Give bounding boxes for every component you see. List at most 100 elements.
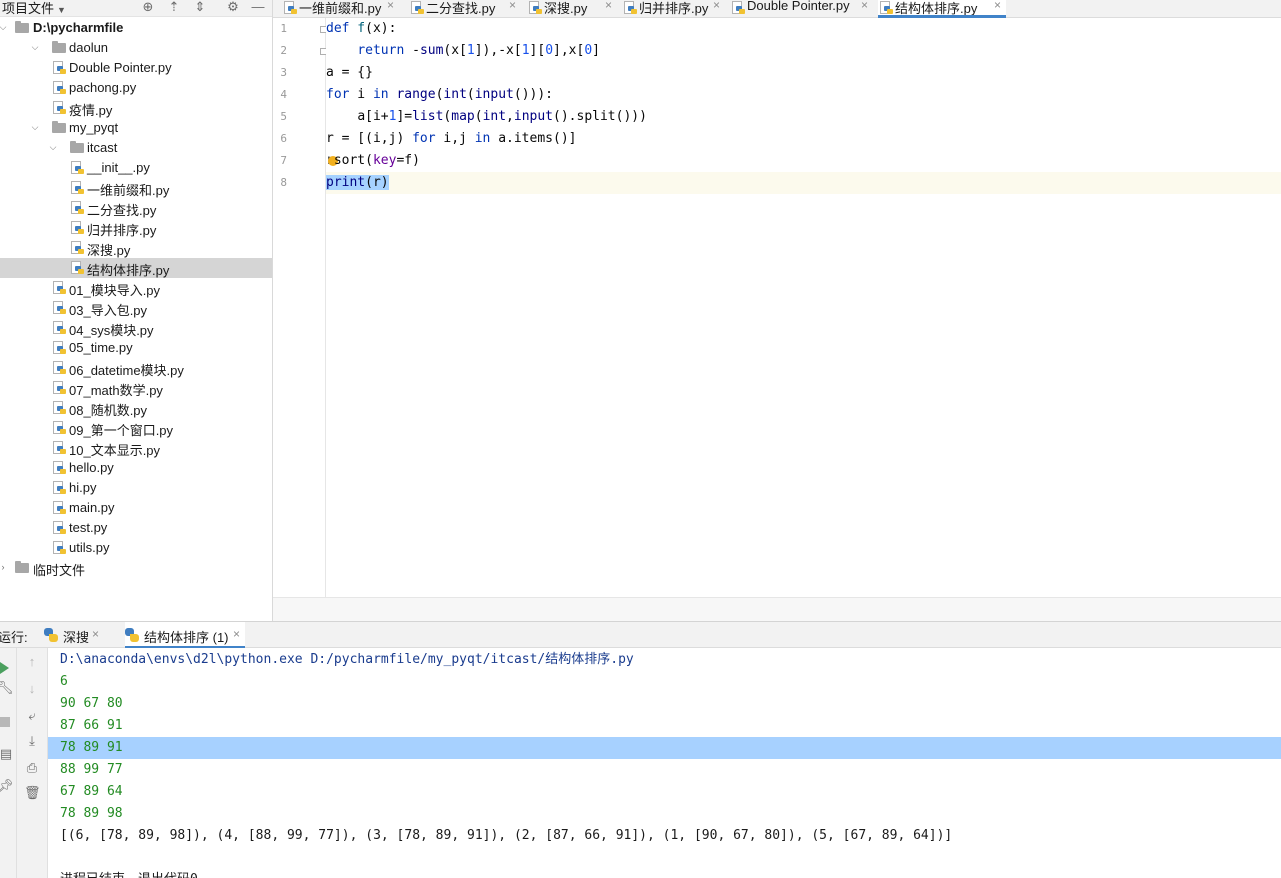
chevron-down-icon[interactable]: ⌵ — [0, 21, 8, 33]
tree-item-label: 06_datetime模块.py — [69, 363, 184, 378]
console-line: 进程已结束，退出代码0 — [48, 869, 1281, 878]
tree-file[interactable]: test.py — [0, 518, 272, 538]
tree-file[interactable]: 一维前缀和.py — [0, 178, 272, 198]
run-side-toolbar: 🔧︎ ▤ 📌︎ — [0, 648, 17, 878]
editor-tab[interactable]: 二分查找.py × — [409, 0, 521, 17]
close-icon[interactable]: × — [605, 0, 612, 12]
python-file-icon — [53, 461, 66, 475]
pin-icon[interactable]: 📌︎ — [0, 778, 14, 794]
tree-file[interactable]: 07_math数学.py — [0, 378, 272, 398]
tree-file[interactable]: 结构体排序.py — [0, 258, 272, 278]
tree-file[interactable]: hi.py — [0, 478, 272, 498]
editor-horizontal-scrollbar[interactable] — [273, 597, 1281, 622]
close-icon[interactable]: × — [994, 0, 1001, 12]
tree-file[interactable]: 疫情.py — [0, 98, 272, 118]
console-line: 6 — [48, 671, 1281, 693]
editor-tab[interactable]: 结构体排序.py × — [878, 0, 1006, 18]
tree-file[interactable]: hello.py — [0, 458, 272, 478]
down-arrow-icon[interactable]: ↓ — [24, 681, 40, 697]
tree-item-label: itcast — [87, 140, 118, 155]
run-tab[interactable]: 深搜 × — [44, 622, 104, 648]
chevron-down-icon[interactable]: ⌵ — [30, 41, 40, 53]
tree-file[interactable]: utils.py — [0, 538, 272, 558]
tree-folder[interactable]: ⌵ daolun — [0, 38, 272, 58]
code-line-current[interactable]: print(r) — [326, 172, 1281, 194]
chevron-right-icon[interactable]: › — [0, 561, 8, 573]
editor-tab[interactable]: 深搜.py × — [527, 0, 617, 17]
tree-item-label: D:\pycharmfile — [33, 20, 124, 35]
project-panel-title: 项目文件 — [2, 1, 55, 16]
tree-file[interactable]: main.py — [0, 498, 272, 518]
tree-item-label: 二分查找.py — [87, 203, 157, 218]
python-file-icon — [624, 1, 637, 15]
editor-tab[interactable]: 归并排序.py × — [622, 0, 725, 17]
tree-folder[interactable]: ⌵ my_pyqt — [0, 118, 272, 138]
close-icon[interactable]: × — [233, 627, 240, 641]
python-icon — [44, 628, 58, 642]
tree-folder[interactable]: › 临时文件 — [0, 558, 272, 578]
close-icon[interactable]: × — [509, 0, 516, 12]
code-editor[interactable]: def f(x): return -sum(x[1]),-x[1][0],x[0… — [326, 18, 1281, 597]
close-icon[interactable]: × — [713, 0, 720, 12]
tree-file[interactable]: Double Pointer.py — [0, 58, 272, 78]
editor-gutter: 1 2 3 4 5 6 7 8 — [273, 18, 327, 597]
up-arrow-icon[interactable]: ↑ — [24, 654, 40, 670]
close-icon[interactable]: × — [861, 0, 868, 12]
code-line[interactable]: def f(x): — [326, 18, 1281, 40]
tree-folder[interactable]: ⌵ itcast — [0, 138, 272, 158]
editor-tab[interactable]: Double Pointer.py × — [730, 0, 873, 17]
code-line[interactable]: return -sum(x[1]),-x[1][0],x[0] — [326, 40, 1281, 62]
run-tab[interactable]: 结构体排序 (1) × — [125, 622, 245, 649]
code-line[interactable]: for i in range(int(input())): — [326, 84, 1281, 106]
tree-file[interactable]: 二分查找.py — [0, 198, 272, 218]
tree-file[interactable]: 09_第一个窗口.py — [0, 418, 272, 438]
tree-file[interactable]: 归并排序.py — [0, 218, 272, 238]
tree-file[interactable]: 01_模块导入.py — [0, 278, 272, 298]
layout-icon[interactable]: ▤ — [0, 746, 14, 762]
chevron-down-icon[interactable]: ⌵ — [30, 121, 40, 133]
tree-item-label: __init__.py — [87, 160, 150, 175]
console-text: 67 89 64 — [60, 784, 123, 799]
hide-icon[interactable]: — — [250, 0, 266, 15]
tree-file[interactable]: 03_导入包.py — [0, 298, 272, 318]
print-icon[interactable]: ⎙ — [24, 760, 40, 776]
tree-item-label: utils.py — [69, 540, 110, 555]
gear-icon[interactable]: ⚙ — [225, 0, 241, 15]
wrench-icon[interactable]: 🔧︎ — [0, 680, 14, 696]
run-console-output[interactable]: D:\anaconda\envs\d2l\python.exe D:/pycha… — [48, 648, 1281, 878]
python-icon — [125, 628, 139, 642]
trash-icon[interactable]: 🗑︎ — [24, 785, 41, 801]
collapse-all-icon[interactable]: ⇕ — [192, 0, 208, 15]
code-line[interactable]: a = {} — [326, 62, 1281, 84]
code-line[interactable]: a[i+1]=list(map(int,input().split())) — [326, 106, 1281, 128]
soft-wrap-icon[interactable]: ⤶ — [24, 708, 40, 724]
code-line[interactable]: r = [(i,j) for i,j in a.items()] — [326, 128, 1281, 150]
tree-item-label: 09_第一个窗口.py — [69, 423, 174, 438]
python-file-icon — [529, 1, 542, 15]
tree-file[interactable]: 深搜.py — [0, 238, 272, 258]
tab-label: 结构体排序.py — [895, 1, 978, 16]
close-icon[interactable]: × — [92, 627, 99, 641]
tree-file[interactable]: 06_datetime模块.py — [0, 358, 272, 378]
stop-icon[interactable] — [0, 714, 16, 730]
tree-file[interactable]: pachong.py — [0, 78, 272, 98]
expand-all-icon[interactable]: ⇡ — [166, 0, 182, 15]
editor-tab[interactable]: 一维前缀和.py × — [282, 0, 399, 17]
locate-icon[interactable]: ⊕ — [140, 0, 156, 15]
tree-file[interactable]: 08_随机数.py — [0, 398, 272, 418]
tree-file[interactable]: 04_sys模块.py — [0, 318, 272, 338]
close-icon[interactable]: × — [387, 0, 394, 12]
chevron-down-icon[interactable]: ⌵ — [48, 141, 58, 153]
project-view-selector[interactable]: 项目文件 ▼ — [2, 0, 66, 17]
python-file-icon — [411, 1, 424, 15]
code-line[interactable]: rsort(key=f) — [326, 150, 1281, 172]
run-icon[interactable] — [0, 654, 16, 674]
tree-item-label: 04_sys模块.py — [69, 323, 154, 338]
tree-file[interactable]: __init__.py — [0, 158, 272, 178]
tree-file[interactable]: 05_time.py — [0, 338, 272, 358]
console-line: 87 66 91 — [48, 715, 1281, 737]
scroll-to-end-icon[interactable]: ⤓ — [24, 733, 40, 749]
tree-file[interactable]: 10_文本显示.py — [0, 438, 272, 458]
tree-folder[interactable]: ⌵ D:\pycharmfile — [0, 18, 272, 38]
tree-item-label: main.py — [69, 500, 115, 515]
